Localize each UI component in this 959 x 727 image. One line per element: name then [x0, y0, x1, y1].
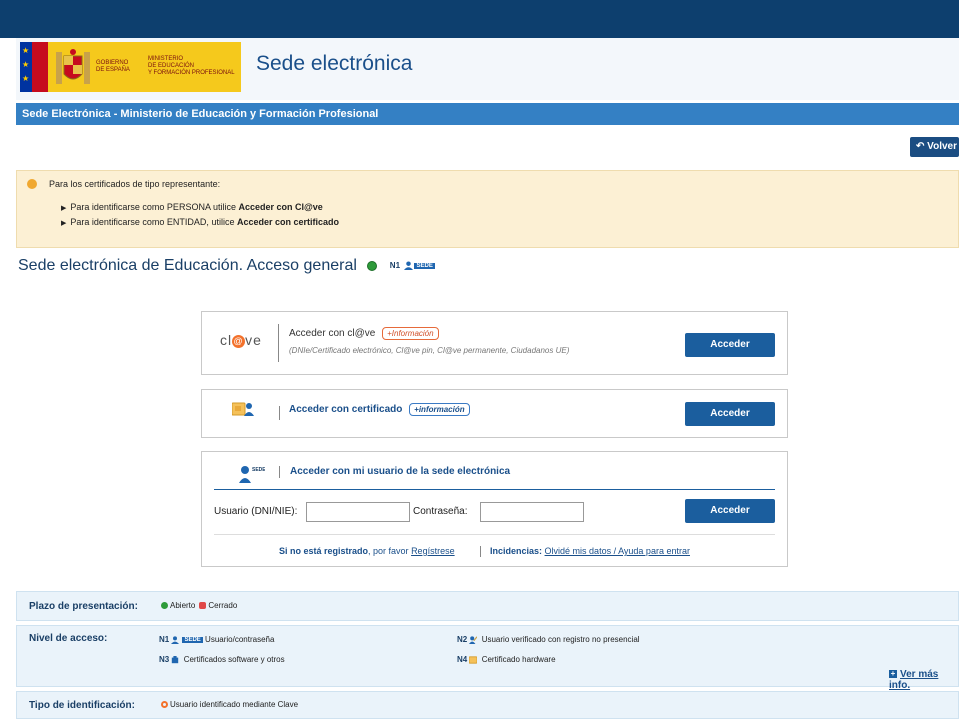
- certificate-software-icon: [172, 655, 179, 664]
- register-link[interactable]: Regístrese: [411, 546, 455, 556]
- government-logo[interactable]: ★ ★ ★ GOBIERNO DE ESPAÑA MINISTERIO DE E…: [20, 42, 241, 92]
- notice-line-text: Para identificarse como PERSONA utilice: [70, 202, 239, 212]
- divider: [279, 466, 280, 478]
- tipo-bar: Tipo de identificación: Usuario identifi…: [16, 691, 959, 719]
- notice-intro: Para los certificados de tipo representa…: [49, 179, 221, 189]
- level-code: N1: [159, 635, 170, 644]
- certificate-info-link[interactable]: +información: [409, 403, 470, 416]
- level-text: Certificado hardware: [481, 655, 556, 664]
- user-icon: [404, 261, 414, 271]
- divider: [279, 406, 280, 420]
- level-text: Certificados software y otros: [183, 655, 285, 664]
- password-input[interactable]: [480, 502, 584, 522]
- site-title: Sede electrónica: [256, 52, 413, 75]
- header: ★ ★ ★ GOBIERNO DE ESPAÑA MINISTERIO DE E…: [16, 38, 959, 100]
- forgot-data-link[interactable]: Olvidé mis datos / Ayuda para entrar: [545, 546, 690, 556]
- clave-login-card: cl@ve Acceder con cl@ve +Información (DN…: [201, 311, 788, 375]
- tipo-value: Usuario identificado mediante Clave: [170, 700, 299, 709]
- plazo-label: Plazo de presentación:: [29, 601, 138, 612]
- divider: [480, 546, 481, 557]
- level-code: N2: [457, 635, 468, 644]
- spain-eu-flag-icon: ★ ★ ★: [20, 42, 48, 92]
- password-label: Contraseña:: [413, 506, 468, 517]
- register-prompt: , por favor: [368, 546, 412, 556]
- incidencias-label: Incidencias:: [490, 546, 543, 556]
- open-status-icon: [367, 260, 378, 271]
- certificate-acceder-button[interactable]: Acceder: [685, 402, 775, 426]
- certificate-login-card: Acceder con certificado +información Acc…: [201, 389, 788, 438]
- level-code: N3: [159, 655, 170, 664]
- not-registered-text: Si no está registrado: [279, 546, 369, 556]
- divider: [214, 534, 775, 535]
- incidencias-row: Incidencias: Olvidé mis datos / Ayuda pa…: [490, 546, 690, 556]
- volver-label: Volver: [927, 141, 958, 152]
- plazo-legend: Abierto Cerrado: [161, 601, 237, 610]
- plus-icon: +: [889, 669, 897, 679]
- cerrado-label: Cerrado: [208, 601, 238, 610]
- certificate-hardware-icon: [469, 656, 478, 664]
- abierto-label: Abierto: [170, 601, 196, 610]
- access-level-tag: N1: [389, 261, 401, 271]
- username-input[interactable]: [306, 502, 410, 522]
- gobierno-text: GOBIERNO DE ESPAÑA: [96, 60, 130, 73]
- divider: [278, 324, 279, 362]
- navbar-title: Sede Electrónica - Ministerio de Educaci…: [16, 103, 959, 125]
- certificate-card-icon: [232, 402, 254, 416]
- svg-text:SEDE: SEDE: [252, 467, 265, 473]
- sede-user-title: Acceder con mi usuario de la sede electr…: [290, 466, 511, 477]
- notice-line-bold: Acceder con Cl@ve: [238, 202, 323, 212]
- level-text: Usuario verificado con registro no prese…: [481, 635, 640, 644]
- open-status-icon: [161, 602, 168, 610]
- plazo-bar: Plazo de presentación: Abierto Cerrado: [16, 591, 959, 621]
- sede-user-login-card: SEDE Acceder con mi usuario de la sede e…: [201, 451, 788, 567]
- register-row: Si no está registrado, por favor Regístr…: [279, 546, 455, 556]
- level-code: N4: [457, 655, 468, 664]
- level-n2: N2 Usuario verificado con registro no pr…: [457, 635, 640, 644]
- sede-acceder-button[interactable]: Acceder: [685, 499, 775, 523]
- level-text: Usuario/contraseña: [205, 635, 275, 644]
- clave-title-row: Acceder con cl@ve +Información: [289, 327, 439, 340]
- user-icon: [171, 636, 180, 644]
- coat-of-arms-icon: [56, 49, 90, 84]
- top-bar: [0, 0, 959, 38]
- tipo-label: Tipo de identificación:: [29, 700, 135, 711]
- volver-button[interactable]: ↶ Volver: [910, 137, 959, 157]
- back-arrow-icon: ↶: [916, 141, 928, 152]
- clave-subtitle: (DNIe/Certificado electrónico, Cl@ve pin…: [289, 346, 570, 355]
- level-n3: N3 Certificados software y otros: [159, 655, 285, 664]
- representative-notice: Para los certificados de tipo representa…: [16, 170, 959, 248]
- page-heading: Sede electrónica de Educación. Acceso ge…: [18, 257, 357, 274]
- ministerio-text: MINISTERIO DE EDUCACIÓN Y FORMACIÓN PROF…: [148, 56, 235, 76]
- sede-badge: SEDE: [182, 636, 203, 643]
- page-heading-row: Sede electrónica de Educación. Acceso ge…: [18, 257, 435, 275]
- username-label: Usuario (DNI/NIE):: [214, 506, 298, 517]
- certificate-title-row: Acceder con certificado +información: [289, 403, 470, 416]
- nivel-label: Nivel de acceso:: [29, 633, 108, 644]
- notice-line-persona: ▶ Para identificarse como PERSONA utilice…: [61, 202, 323, 212]
- notice-line-bold: Acceder con certificado: [236, 217, 339, 227]
- verified-user-icon: [469, 636, 478, 644]
- section-rule: [214, 489, 775, 490]
- tipo-value-row: Usuario identificado mediante Clave: [161, 700, 298, 709]
- certificate-title: Acceder con certificado: [289, 404, 403, 415]
- nivel-bar: Nivel de acceso: N1 SEDE Usuario/contras…: [16, 625, 959, 691]
- clave-info-link[interactable]: +Información: [382, 327, 439, 340]
- bullet-arrow-icon: ▶: [61, 220, 67, 227]
- closed-status-icon: [199, 602, 207, 610]
- notice-line-entidad: ▶ Para identificarse como ENTIDAD, utilic…: [61, 217, 339, 227]
- clave-title: Acceder con cl@ve: [289, 328, 376, 339]
- ver-mas-info-link[interactable]: + Ver más info.: [889, 669, 958, 691]
- notice-line-text: Para identificarse como ENTIDAD, utilice: [70, 217, 237, 227]
- bullet-arrow-icon: ▶: [61, 205, 67, 212]
- clave-identification-icon: [161, 701, 168, 709]
- level-n4: N4 Certificado hardware: [457, 655, 556, 664]
- sede-user-icon: SEDE: [239, 466, 265, 483]
- sede-badge: SEDE: [414, 262, 435, 269]
- clave-acceder-button[interactable]: Acceder: [685, 333, 775, 357]
- warning-icon: [27, 179, 37, 189]
- level-n1: N1 SEDE Usuario/contraseña: [159, 635, 274, 644]
- clave-logo: cl@ve: [220, 332, 262, 348]
